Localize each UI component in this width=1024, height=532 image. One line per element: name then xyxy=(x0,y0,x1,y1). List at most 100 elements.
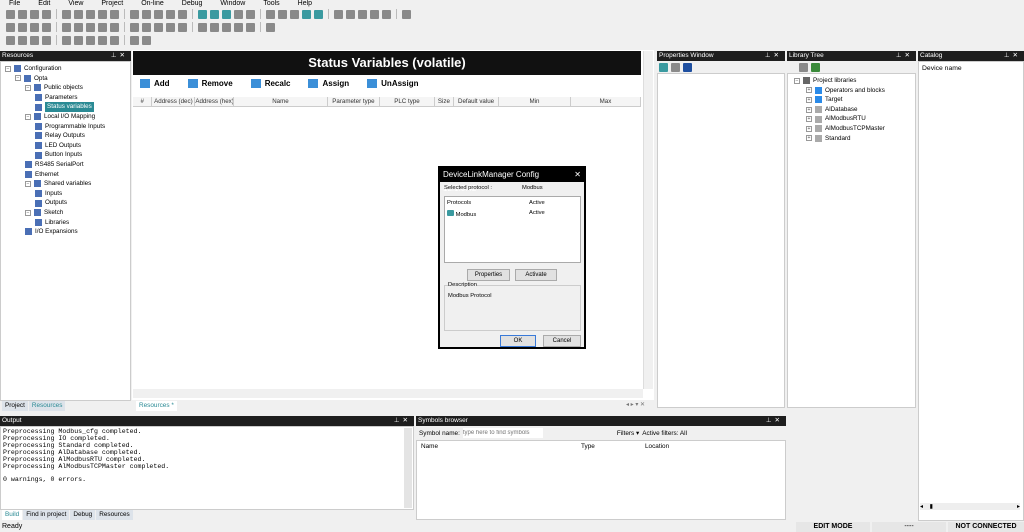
expand-icon[interactable]: + xyxy=(806,135,812,142)
toolbar-button-icon[interactable] xyxy=(234,22,243,32)
expand-icon[interactable]: + xyxy=(806,87,812,94)
toolbar-button-icon[interactable] xyxy=(30,35,39,45)
tree-item[interactable]: + AlModbusRTU xyxy=(794,114,915,124)
column-location[interactable]: Location xyxy=(645,443,669,450)
tree-item[interactable]: + AlDatabase xyxy=(794,105,915,115)
tree-item[interactable]: Programmable Inputs xyxy=(1,122,130,132)
column-type[interactable]: Type xyxy=(581,443,595,450)
filters-dropdown[interactable]: Filters ▾ xyxy=(617,429,639,437)
pin-close-icons[interactable]: ⊥✕ xyxy=(896,51,916,61)
toolbar-button-icon[interactable] xyxy=(210,9,219,19)
toolbar-button-icon[interactable] xyxy=(62,35,71,45)
activate-button[interactable]: Activate xyxy=(515,269,557,281)
tab-build[interactable]: Build xyxy=(2,510,23,520)
column-header[interactable]: Size xyxy=(435,97,455,106)
toolbar-button-icon[interactable] xyxy=(142,35,151,45)
toolbar-button-icon[interactable] xyxy=(130,35,139,45)
tree-item[interactable]: + Standard xyxy=(794,134,915,144)
expand-icon[interactable]: + xyxy=(806,116,812,123)
add-library-icon[interactable] xyxy=(799,62,808,72)
toolbar-button-icon[interactable] xyxy=(178,22,187,32)
properties-button[interactable]: Properties xyxy=(467,269,510,281)
toolbar-button-icon[interactable] xyxy=(266,9,275,19)
toolbar-button-icon[interactable] xyxy=(246,9,255,19)
toolbar-button-icon[interactable] xyxy=(18,22,27,32)
toolbar-button-icon[interactable] xyxy=(110,22,119,32)
toolbar-button-icon[interactable] xyxy=(154,9,163,19)
horizontal-scrollbar[interactable]: ◂ ▮ ▸ xyxy=(920,503,1020,510)
toolbar-button-icon[interactable] xyxy=(278,9,287,19)
column-header[interactable]: Address (dec) xyxy=(152,97,196,106)
toolbar-button-icon[interactable] xyxy=(142,9,151,19)
tab-resources[interactable]: Resources xyxy=(28,401,66,411)
column-name[interactable]: Name xyxy=(421,443,438,450)
toolbar-button-icon[interactable] xyxy=(166,22,175,32)
toolbar-button-icon[interactable] xyxy=(62,22,71,32)
tree-item[interactable]: − Configuration xyxy=(1,64,130,74)
expand-icon[interactable]: + xyxy=(806,106,812,113)
collapse-icon[interactable]: − xyxy=(794,77,800,84)
toolbar-button-icon[interactable] xyxy=(110,35,119,45)
tree-item[interactable]: − Project libraries xyxy=(794,76,915,86)
tree-item[interactable]: Libraries xyxy=(1,218,130,228)
column-header[interactable]: Parameter type xyxy=(328,97,381,106)
toolbar-button-icon[interactable] xyxy=(42,9,51,19)
menu-project[interactable]: Project xyxy=(92,0,132,8)
menu-view[interactable]: View xyxy=(59,0,92,8)
pin-close-icons[interactable]: ⊥✕ xyxy=(766,416,786,426)
toolbar-button-icon[interactable] xyxy=(6,35,15,45)
remove-button[interactable]: Remove xyxy=(187,79,233,88)
menu-edit[interactable]: Edit xyxy=(29,0,59,8)
menu-debug[interactable]: Debug xyxy=(173,0,212,8)
horizontal-scrollbar[interactable] xyxy=(133,389,643,398)
tree-item[interactable]: Ethernet xyxy=(1,170,130,180)
toolbar-button-icon[interactable] xyxy=(86,22,95,32)
toolbar-button-icon[interactable] xyxy=(334,9,343,19)
toolbar-button-icon[interactable] xyxy=(370,9,379,19)
column-header[interactable]: Max xyxy=(571,97,642,106)
toolbar-button-icon[interactable] xyxy=(358,9,367,19)
tree-item[interactable]: Status variables xyxy=(1,102,130,112)
toolbar-button-icon[interactable] xyxy=(98,35,107,45)
tree-item[interactable]: Parameters xyxy=(1,93,130,103)
tree-item[interactable]: Button Inputs xyxy=(1,150,130,160)
toolbar-button-icon[interactable] xyxy=(86,35,95,45)
collapse-icon[interactable]: − xyxy=(25,113,31,120)
tree-item[interactable]: LED Outputs xyxy=(1,141,130,151)
vertical-scrollbar[interactable] xyxy=(643,51,653,389)
collapse-icon[interactable]: − xyxy=(5,65,11,72)
toolbar-button-icon[interactable] xyxy=(198,9,207,19)
list-item[interactable]: Modbus Active xyxy=(447,210,577,218)
unassign-button[interactable]: UnAssign xyxy=(367,79,419,88)
assign-button[interactable]: Assign xyxy=(308,79,349,88)
toolbar-button-icon[interactable] xyxy=(6,22,15,32)
toolbar-button-icon[interactable] xyxy=(98,22,107,32)
column-header[interactable]: PLC type xyxy=(380,97,435,106)
toolbar-button-icon[interactable] xyxy=(222,22,231,32)
toolbar-button-icon[interactable] xyxy=(178,9,187,19)
column-header[interactable]: Default value xyxy=(454,97,499,106)
add-button[interactable]: Add xyxy=(140,79,170,88)
collapse-icon[interactable]: − xyxy=(25,180,31,187)
menu-file[interactable]: File xyxy=(0,0,29,8)
toolbar-button-icon[interactable] xyxy=(142,22,151,32)
tree-item[interactable]: − Sketch xyxy=(1,208,130,218)
column-header[interactable]: # xyxy=(133,97,153,106)
toolbar-button-icon[interactable] xyxy=(302,9,311,19)
menu-window[interactable]: Window xyxy=(211,0,254,8)
toolbar-button-icon[interactable] xyxy=(98,9,107,19)
pin-close-icons[interactable]: ⊥✕ xyxy=(765,51,785,61)
close-icon[interactable]: ✕ xyxy=(574,168,584,182)
tab-find-in-project[interactable]: Find in project xyxy=(23,510,70,520)
recalc-button[interactable]: Recalc xyxy=(250,79,290,88)
tree-item[interactable]: + AlModbusTCPMaster xyxy=(794,124,915,134)
tree-item[interactable]: − Public objects xyxy=(1,83,130,93)
tree-item[interactable]: Inputs xyxy=(1,189,130,199)
ok-button[interactable]: OK xyxy=(500,335,536,347)
toolbar-button-icon[interactable] xyxy=(402,9,411,19)
tree-item[interactable]: Relay Outputs xyxy=(1,131,130,141)
toolbar-button-icon[interactable] xyxy=(6,9,15,19)
toolbar-button-icon[interactable] xyxy=(62,9,71,19)
tab-nav-icons[interactable]: ◂ ▸ ▾ ✕ xyxy=(626,401,645,408)
collapse-icon[interactable]: − xyxy=(15,75,21,82)
